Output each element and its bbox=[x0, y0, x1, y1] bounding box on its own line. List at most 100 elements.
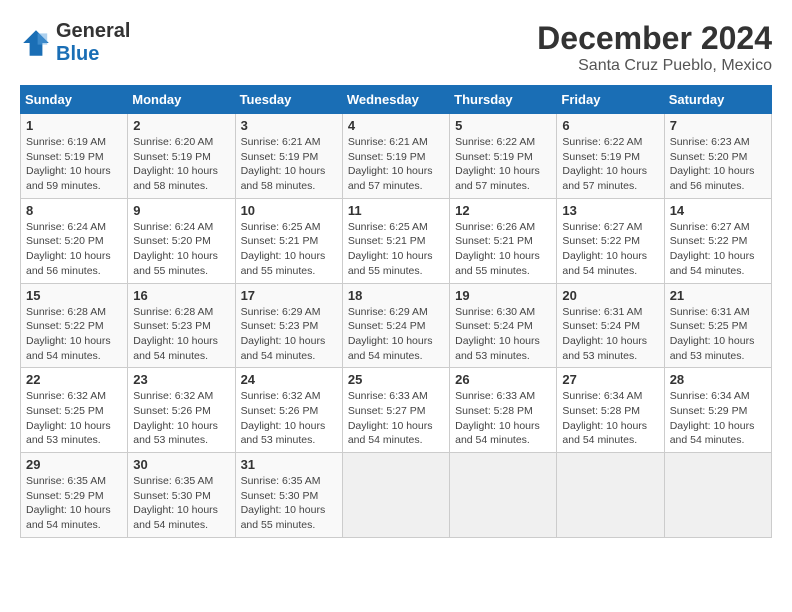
day-number: 20 bbox=[562, 288, 658, 303]
day-info: Sunrise: 6:33 AM Sunset: 5:28 PM Dayligh… bbox=[455, 389, 551, 448]
day-number: 25 bbox=[348, 372, 444, 387]
col-header-sunday: Sunday bbox=[21, 86, 128, 114]
day-info: Sunrise: 6:34 AM Sunset: 5:29 PM Dayligh… bbox=[670, 389, 766, 448]
day-cell: 26 Sunrise: 6:33 AM Sunset: 5:28 PM Dayli… bbox=[450, 368, 557, 453]
day-cell bbox=[342, 453, 449, 538]
day-info: Sunrise: 6:33 AM Sunset: 5:27 PM Dayligh… bbox=[348, 389, 444, 448]
location: Santa Cruz Pueblo, Mexico bbox=[537, 57, 772, 75]
day-cell: 14 Sunrise: 6:27 AM Sunset: 5:22 PM Dayli… bbox=[664, 198, 771, 283]
col-header-monday: Monday bbox=[128, 86, 235, 114]
day-number: 4 bbox=[348, 118, 444, 133]
week-row-1: 1 Sunrise: 6:19 AM Sunset: 5:19 PM Daylig… bbox=[21, 114, 772, 199]
day-info: Sunrise: 6:24 AM Sunset: 5:20 PM Dayligh… bbox=[26, 220, 122, 279]
day-number: 16 bbox=[133, 288, 229, 303]
day-info: Sunrise: 6:29 AM Sunset: 5:24 PM Dayligh… bbox=[348, 305, 444, 364]
week-row-3: 15 Sunrise: 6:28 AM Sunset: 5:22 PM Dayli… bbox=[21, 283, 772, 368]
day-cell: 17 Sunrise: 6:29 AM Sunset: 5:23 PM Dayli… bbox=[235, 283, 342, 368]
day-info: Sunrise: 6:22 AM Sunset: 5:19 PM Dayligh… bbox=[562, 135, 658, 194]
day-info: Sunrise: 6:32 AM Sunset: 5:25 PM Dayligh… bbox=[26, 389, 122, 448]
day-number: 19 bbox=[455, 288, 551, 303]
day-info: Sunrise: 6:22 AM Sunset: 5:19 PM Dayligh… bbox=[455, 135, 551, 194]
day-cell: 7 Sunrise: 6:23 AM Sunset: 5:20 PM Daylig… bbox=[664, 114, 771, 199]
day-info: Sunrise: 6:23 AM Sunset: 5:20 PM Dayligh… bbox=[670, 135, 766, 194]
month-title: December 2024 bbox=[537, 20, 772, 57]
day-number: 1 bbox=[26, 118, 122, 133]
day-info: Sunrise: 6:31 AM Sunset: 5:25 PM Dayligh… bbox=[670, 305, 766, 364]
day-number: 7 bbox=[670, 118, 766, 133]
day-info: Sunrise: 6:35 AM Sunset: 5:30 PM Dayligh… bbox=[241, 474, 337, 533]
day-info: Sunrise: 6:35 AM Sunset: 5:29 PM Dayligh… bbox=[26, 474, 122, 533]
day-info: Sunrise: 6:25 AM Sunset: 5:21 PM Dayligh… bbox=[348, 220, 444, 279]
day-cell bbox=[664, 453, 771, 538]
day-cell: 23 Sunrise: 6:32 AM Sunset: 5:26 PM Dayli… bbox=[128, 368, 235, 453]
day-cell: 6 Sunrise: 6:22 AM Sunset: 5:19 PM Daylig… bbox=[557, 114, 664, 199]
day-cell: 25 Sunrise: 6:33 AM Sunset: 5:27 PM Dayli… bbox=[342, 368, 449, 453]
week-row-4: 22 Sunrise: 6:32 AM Sunset: 5:25 PM Dayli… bbox=[21, 368, 772, 453]
day-number: 27 bbox=[562, 372, 658, 387]
day-number: 5 bbox=[455, 118, 551, 133]
calendar-table: SundayMondayTuesdayWednesdayThursdayFrid… bbox=[20, 85, 772, 538]
day-info: Sunrise: 6:19 AM Sunset: 5:19 PM Dayligh… bbox=[26, 135, 122, 194]
day-number: 6 bbox=[562, 118, 658, 133]
day-info: Sunrise: 6:32 AM Sunset: 5:26 PM Dayligh… bbox=[133, 389, 229, 448]
day-info: Sunrise: 6:27 AM Sunset: 5:22 PM Dayligh… bbox=[670, 220, 766, 279]
day-cell: 18Sunrise: 6:29 AM Sunset: 5:24 PM Dayli… bbox=[342, 283, 449, 368]
day-cell: 27Sunrise: 6:34 AM Sunset: 5:28 PM Dayli… bbox=[557, 368, 664, 453]
day-cell: 16 Sunrise: 6:28 AM Sunset: 5:23 PM Dayli… bbox=[128, 283, 235, 368]
col-header-tuesday: Tuesday bbox=[235, 86, 342, 114]
day-number: 17 bbox=[241, 288, 337, 303]
day-cell: 10 Sunrise: 6:25 AM Sunset: 5:21 PM Dayli… bbox=[235, 198, 342, 283]
day-cell: 30Sunrise: 6:35 AM Sunset: 5:30 PM Dayli… bbox=[128, 453, 235, 538]
day-info: Sunrise: 6:28 AM Sunset: 5:22 PM Dayligh… bbox=[26, 305, 122, 364]
day-number: 31 bbox=[241, 457, 337, 472]
day-info: Sunrise: 6:20 AM Sunset: 5:19 PM Dayligh… bbox=[133, 135, 229, 194]
day-number: 14 bbox=[670, 203, 766, 218]
day-number: 9 bbox=[133, 203, 229, 218]
day-number: 3 bbox=[241, 118, 337, 133]
day-number: 8 bbox=[26, 203, 122, 218]
col-header-friday: Friday bbox=[557, 86, 664, 114]
day-info: Sunrise: 6:30 AM Sunset: 5:24 PM Dayligh… bbox=[455, 305, 551, 364]
day-number: 11 bbox=[348, 203, 444, 218]
day-info: Sunrise: 6:29 AM Sunset: 5:23 PM Dayligh… bbox=[241, 305, 337, 364]
day-number: 15 bbox=[26, 288, 122, 303]
day-info: Sunrise: 6:27 AM Sunset: 5:22 PM Dayligh… bbox=[562, 220, 658, 279]
col-header-wednesday: Wednesday bbox=[342, 86, 449, 114]
day-cell: 3Sunrise: 6:21 AM Sunset: 5:19 PM Daylig… bbox=[235, 114, 342, 199]
logo: General Blue bbox=[20, 20, 130, 66]
day-cell: 8 Sunrise: 6:24 AM Sunset: 5:20 PM Daylig… bbox=[21, 198, 128, 283]
day-number: 28 bbox=[670, 372, 766, 387]
day-number: 10 bbox=[241, 203, 337, 218]
day-cell: 20 Sunrise: 6:31 AM Sunset: 5:24 PM Dayli… bbox=[557, 283, 664, 368]
day-cell bbox=[450, 453, 557, 538]
day-cell: 15 Sunrise: 6:28 AM Sunset: 5:22 PM Dayli… bbox=[21, 283, 128, 368]
col-header-saturday: Saturday bbox=[664, 86, 771, 114]
day-cell: 24Sunrise: 6:32 AM Sunset: 5:26 PM Dayli… bbox=[235, 368, 342, 453]
day-cell: 4 Sunrise: 6:21 AM Sunset: 5:19 PM Daylig… bbox=[342, 114, 449, 199]
day-number: 22 bbox=[26, 372, 122, 387]
day-number: 23 bbox=[133, 372, 229, 387]
day-number: 29 bbox=[26, 457, 122, 472]
day-info: Sunrise: 6:31 AM Sunset: 5:24 PM Dayligh… bbox=[562, 305, 658, 364]
logo-subtext: Blue bbox=[56, 43, 99, 65]
day-number: 21 bbox=[670, 288, 766, 303]
day-cell: 28 Sunrise: 6:34 AM Sunset: 5:29 PM Dayli… bbox=[664, 368, 771, 453]
day-info: Sunrise: 6:24 AM Sunset: 5:20 PM Dayligh… bbox=[133, 220, 229, 279]
day-cell: 11 Sunrise: 6:25 AM Sunset: 5:21 PM Dayli… bbox=[342, 198, 449, 283]
day-info: Sunrise: 6:32 AM Sunset: 5:26 PM Dayligh… bbox=[241, 389, 337, 448]
day-info: Sunrise: 6:28 AM Sunset: 5:23 PM Dayligh… bbox=[133, 305, 229, 364]
day-info: Sunrise: 6:35 AM Sunset: 5:30 PM Dayligh… bbox=[133, 474, 229, 533]
col-header-thursday: Thursday bbox=[450, 86, 557, 114]
day-cell: 31 Sunrise: 6:35 AM Sunset: 5:30 PM Dayli… bbox=[235, 453, 342, 538]
day-cell: 13 Sunrise: 6:27 AM Sunset: 5:22 PM Dayli… bbox=[557, 198, 664, 283]
day-number: 12 bbox=[455, 203, 551, 218]
header-row: SundayMondayTuesdayWednesdayThursdayFrid… bbox=[21, 86, 772, 114]
day-cell: 21 Sunrise: 6:31 AM Sunset: 5:25 PM Dayli… bbox=[664, 283, 771, 368]
week-row-5: 29 Sunrise: 6:35 AM Sunset: 5:29 PM Dayli… bbox=[21, 453, 772, 538]
day-number: 13 bbox=[562, 203, 658, 218]
logo-text: General bbox=[56, 20, 130, 43]
day-number: 26 bbox=[455, 372, 551, 387]
day-info: Sunrise: 6:25 AM Sunset: 5:21 PM Dayligh… bbox=[241, 220, 337, 279]
day-info: Sunrise: 6:21 AM Sunset: 5:19 PM Dayligh… bbox=[348, 135, 444, 194]
logo-icon bbox=[20, 27, 52, 59]
